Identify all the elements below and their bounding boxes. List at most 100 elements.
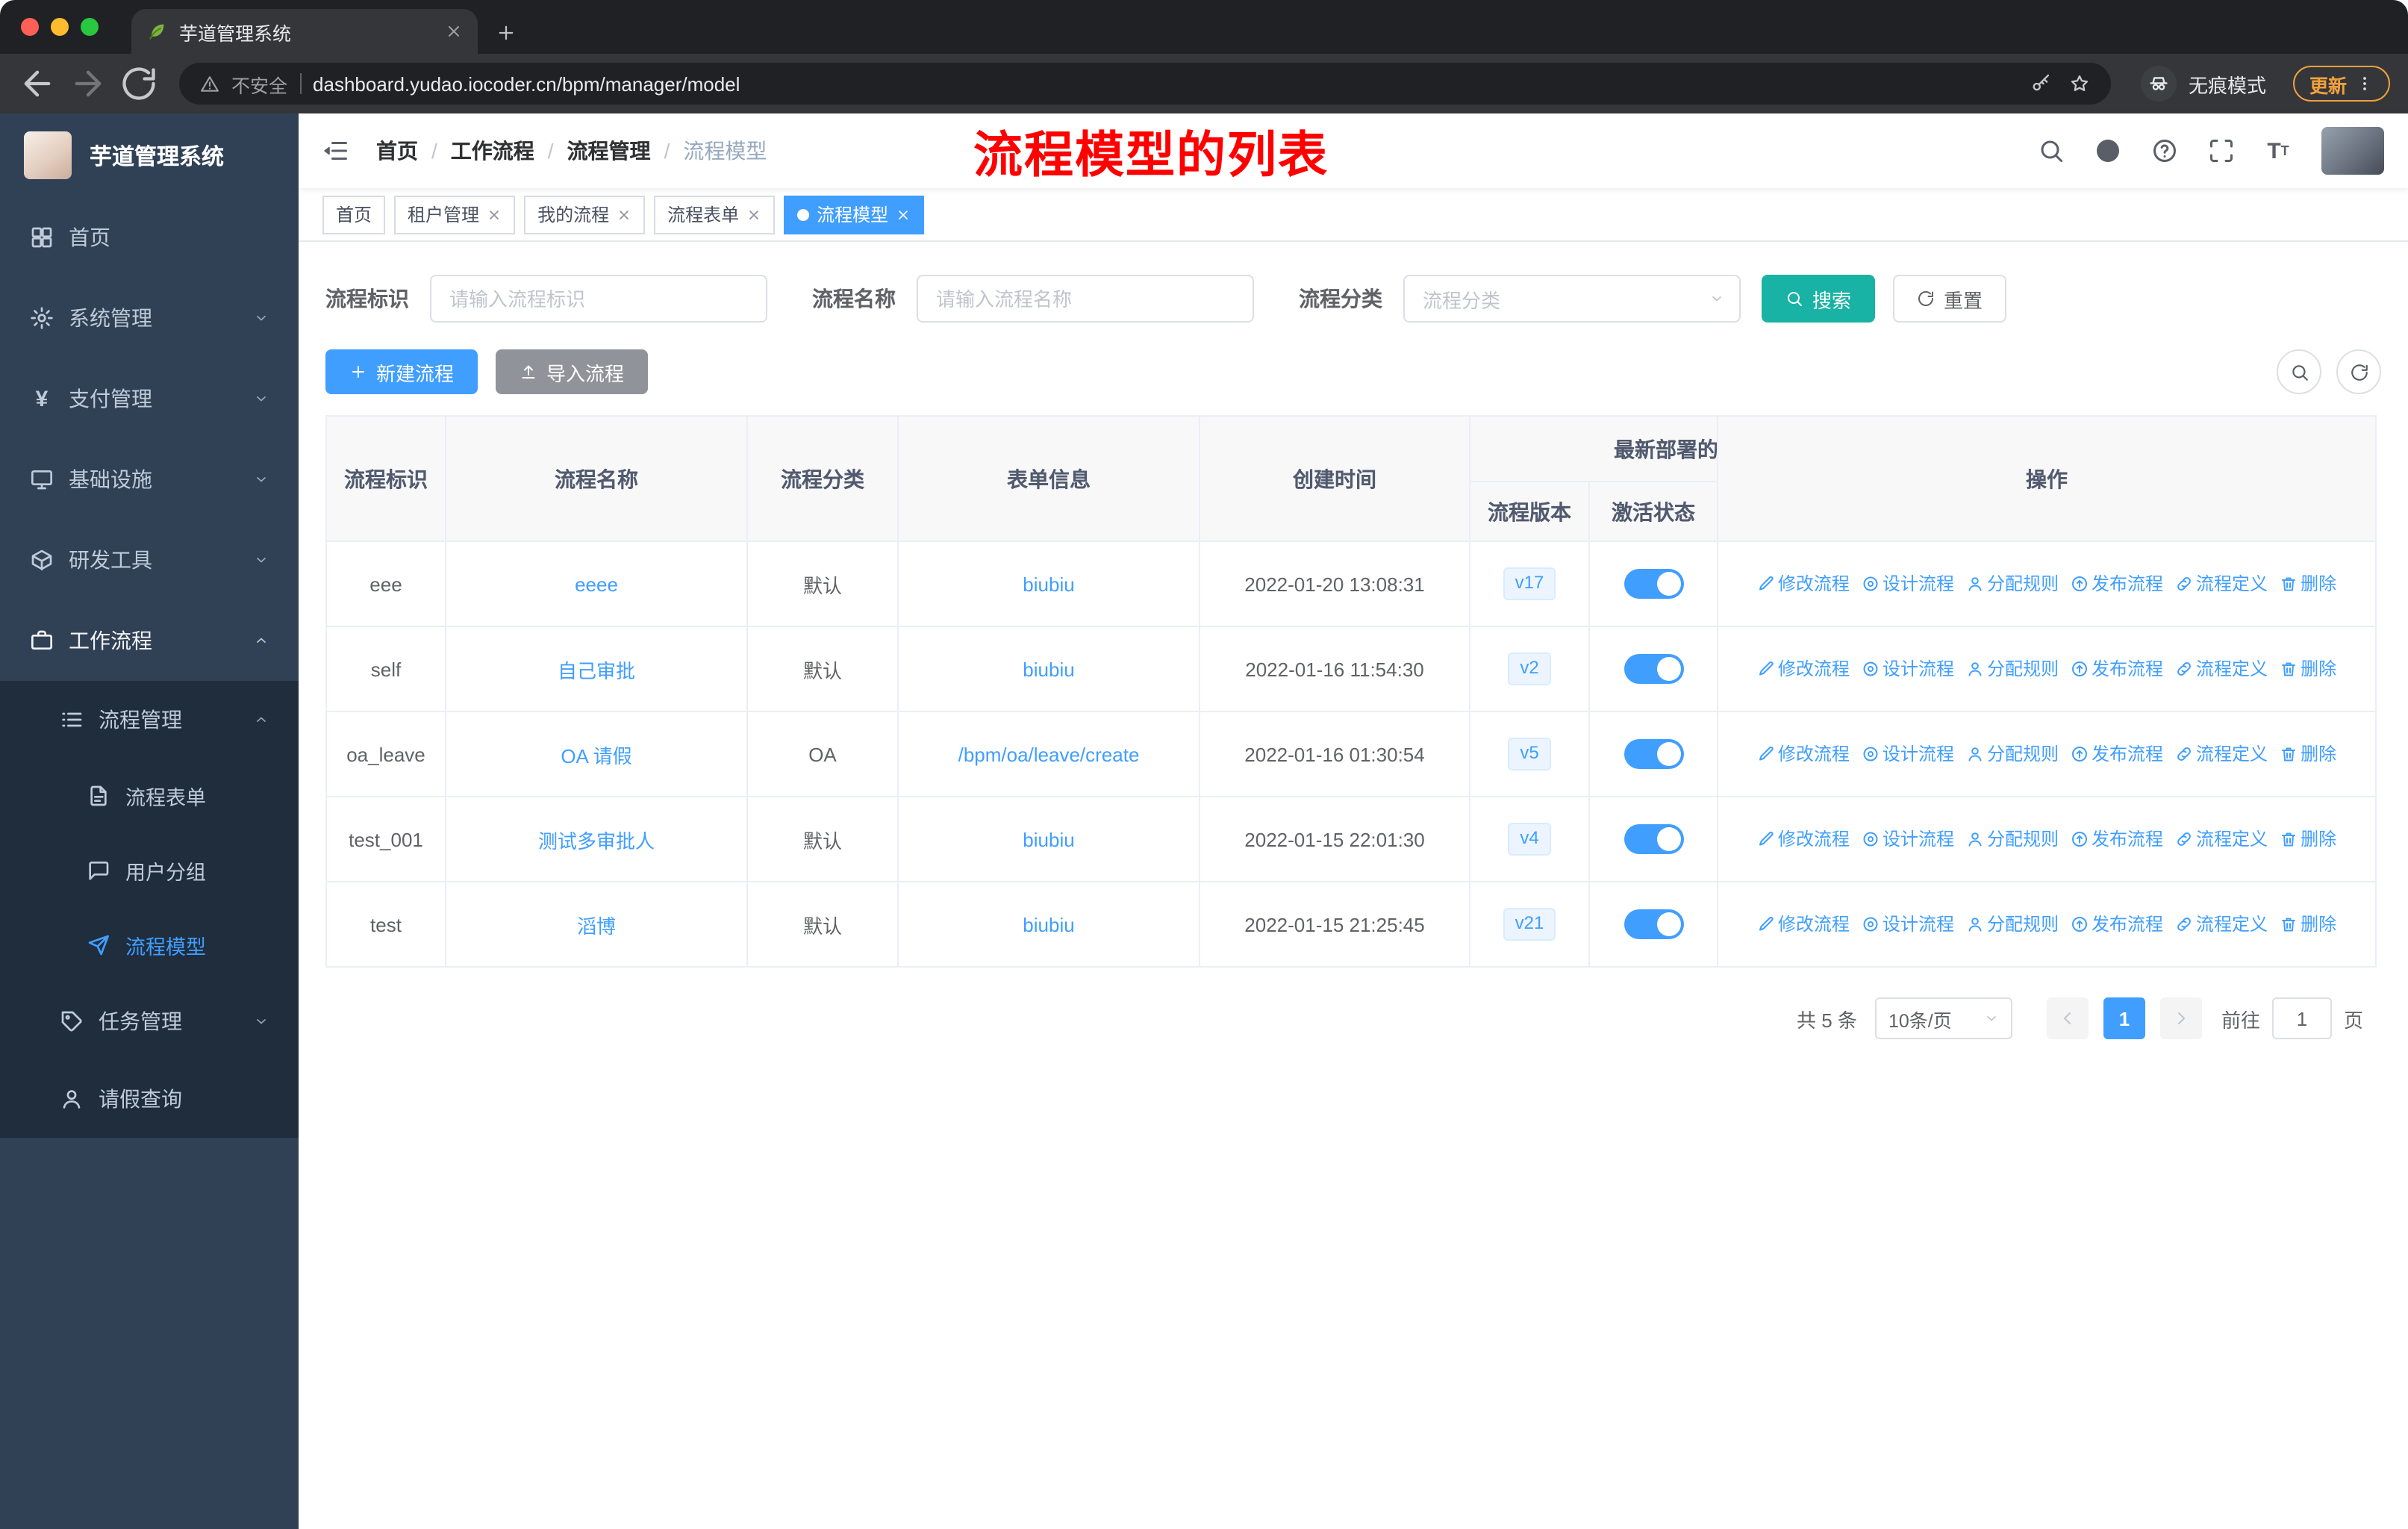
row-action-edit[interactable]: 修改流程 — [1757, 826, 1850, 852]
new-process-button[interactable]: 新建流程 — [325, 349, 478, 394]
user-avatar[interactable] — [2321, 127, 2384, 175]
row-action-delete[interactable]: 删除 — [2280, 741, 2336, 767]
row-action-design[interactable]: 设计流程 — [1862, 912, 1954, 937]
row-action-assign[interactable]: 分配规则 — [1966, 741, 2059, 767]
minimize-window-button[interactable] — [51, 18, 69, 36]
process-id-input[interactable] — [430, 275, 767, 323]
active-toggle[interactable] — [1623, 569, 1683, 599]
process-category-select[interactable]: 流程分类 — [1403, 275, 1741, 323]
back-button[interactable] — [18, 64, 57, 103]
breadcrumb-item[interactable]: 首页 — [376, 136, 418, 166]
row-action-publish[interactable]: 发布流程 — [2071, 571, 2163, 597]
row-action-publish[interactable]: 发布流程 — [2071, 826, 2163, 852]
process-name-input[interactable] — [917, 275, 1254, 323]
row-action-assign[interactable]: 分配规则 — [1966, 656, 2059, 682]
breadcrumb-item[interactable]: 工作流程 — [451, 136, 534, 166]
current-page-button[interactable]: 1 — [2103, 997, 2145, 1039]
row-action-edit[interactable]: 修改流程 — [1757, 912, 1850, 937]
row-action-assign[interactable]: 分配规则 — [1966, 912, 2059, 937]
reload-button[interactable] — [119, 64, 158, 103]
active-toggle[interactable] — [1623, 654, 1683, 684]
row-action-definition[interactable]: 流程定义 — [2175, 741, 2268, 767]
search-button[interactable]: 搜索 — [1762, 275, 1876, 323]
github-icon[interactable] — [2094, 137, 2121, 164]
row-action-publish[interactable]: 发布流程 — [2071, 912, 2163, 937]
form-info-link[interactable]: /bpm/oa/leave/create — [958, 743, 1140, 765]
tag-tenant-management[interactable]: 租户管理 — [394, 195, 516, 234]
close-icon[interactable] — [617, 207, 631, 222]
row-action-delete[interactable]: 删除 — [2280, 912, 2336, 937]
form-info-link[interactable]: biubiu — [1023, 828, 1074, 850]
refresh-table-button[interactable] — [2336, 349, 2381, 394]
process-name-link[interactable]: OA 请假 — [561, 744, 631, 767]
row-action-definition[interactable]: 流程定义 — [2175, 656, 2268, 682]
row-action-design[interactable]: 设计流程 — [1862, 656, 1954, 682]
sidebar-item-user-group[interactable]: 用户分组 — [0, 833, 299, 908]
process-name-link[interactable]: 测试多审批人 — [538, 829, 655, 852]
tag-process-form[interactable]: 流程表单 — [654, 195, 776, 234]
form-info-link[interactable]: biubiu — [1023, 573, 1074, 595]
forward-button[interactable] — [69, 64, 107, 103]
active-toggle[interactable] — [1623, 909, 1683, 939]
help-icon[interactable] — [2151, 137, 2178, 164]
sidebar-item-process-management[interactable]: 流程管理 — [0, 681, 299, 759]
tag-home[interactable]: 首页 — [322, 195, 386, 234]
reset-button[interactable]: 重置 — [1893, 275, 2007, 323]
sidebar-toggle-button[interactable] — [322, 137, 349, 164]
close-icon[interactable] — [487, 207, 502, 222]
process-name-link[interactable]: 自己审批 — [558, 659, 635, 682]
prev-page-button[interactable] — [2046, 997, 2089, 1039]
bookmark-star-icon[interactable] — [2069, 73, 2090, 94]
active-toggle[interactable] — [1623, 739, 1683, 769]
sidebar-item-payment[interactable]: ¥ 支付管理 — [0, 358, 299, 439]
row-action-assign[interactable]: 分配规则 — [1966, 571, 2059, 597]
sidebar-item-devtools[interactable]: 研发工具 — [0, 520, 299, 600]
row-action-edit[interactable]: 修改流程 — [1757, 741, 1850, 767]
zoom-window-button[interactable] — [81, 18, 99, 36]
import-process-button[interactable]: 导入流程 — [496, 349, 649, 394]
tag-my-process[interactable]: 我的流程 — [524, 195, 646, 234]
form-info-link[interactable]: biubiu — [1023, 658, 1074, 680]
tab-close-icon[interactable] — [445, 22, 463, 40]
sidebar-item-system[interactable]: 系统管理 — [0, 278, 299, 358]
row-action-definition[interactable]: 流程定义 — [2175, 826, 2268, 852]
row-action-delete[interactable]: 删除 — [2280, 656, 2336, 682]
row-action-edit[interactable]: 修改流程 — [1757, 656, 1850, 682]
fullscreen-icon[interactable] — [2208, 137, 2235, 164]
font-size-icon[interactable]: TT — [2265, 137, 2292, 164]
active-toggle[interactable] — [1623, 824, 1683, 854]
close-icon[interactable] — [746, 207, 761, 222]
goto-page-input[interactable] — [2271, 997, 2332, 1039]
sidebar-item-process-form[interactable]: 流程表单 — [0, 759, 299, 833]
row-action-edit[interactable]: 修改流程 — [1757, 571, 1850, 597]
browser-menu-icon[interactable] — [2356, 75, 2374, 93]
update-button[interactable]: 更新 — [2292, 66, 2390, 102]
password-key-icon[interactable] — [2030, 73, 2051, 94]
form-info-link[interactable]: biubiu — [1023, 913, 1074, 935]
row-action-design[interactable]: 设计流程 — [1862, 571, 1954, 597]
sidebar-item-workflow[interactable]: 工作流程 — [0, 600, 299, 681]
close-window-button[interactable] — [21, 18, 39, 36]
sidebar-item-process-model[interactable]: 流程模型 — [0, 908, 299, 983]
new-tab-button[interactable] — [496, 22, 517, 43]
close-icon[interactable] — [896, 207, 911, 222]
row-action-definition[interactable]: 流程定义 — [2175, 912, 2268, 937]
process-name-link[interactable]: 滔博 — [577, 915, 616, 937]
row-action-definition[interactable]: 流程定义 — [2175, 571, 2268, 597]
row-action-publish[interactable]: 发布流程 — [2071, 656, 2163, 682]
breadcrumb-item[interactable]: 流程管理 — [567, 136, 651, 166]
process-name-link[interactable]: eeee — [575, 573, 618, 595]
browser-tab[interactable]: 芋道管理系统 — [131, 9, 478, 54]
row-action-delete[interactable]: 删除 — [2280, 826, 2336, 852]
row-action-delete[interactable]: 删除 — [2280, 571, 2336, 597]
page-size-select[interactable]: 10条/页 — [1874, 997, 2012, 1039]
row-action-assign[interactable]: 分配规则 — [1966, 826, 2059, 852]
search-icon[interactable] — [2038, 137, 2065, 164]
row-action-publish[interactable]: 发布流程 — [2071, 741, 2163, 767]
url-bar[interactable]: 不安全 dashboard.yudao.iocoder.cn/bpm/manag… — [179, 63, 2111, 105]
sidebar-item-task-management[interactable]: 任务管理 — [0, 983, 299, 1060]
show-search-button[interactable] — [2277, 349, 2321, 394]
tag-process-model[interactable]: 流程模型 — [784, 195, 925, 234]
next-page-button[interactable] — [2159, 997, 2202, 1039]
row-action-design[interactable]: 设计流程 — [1862, 826, 1954, 852]
